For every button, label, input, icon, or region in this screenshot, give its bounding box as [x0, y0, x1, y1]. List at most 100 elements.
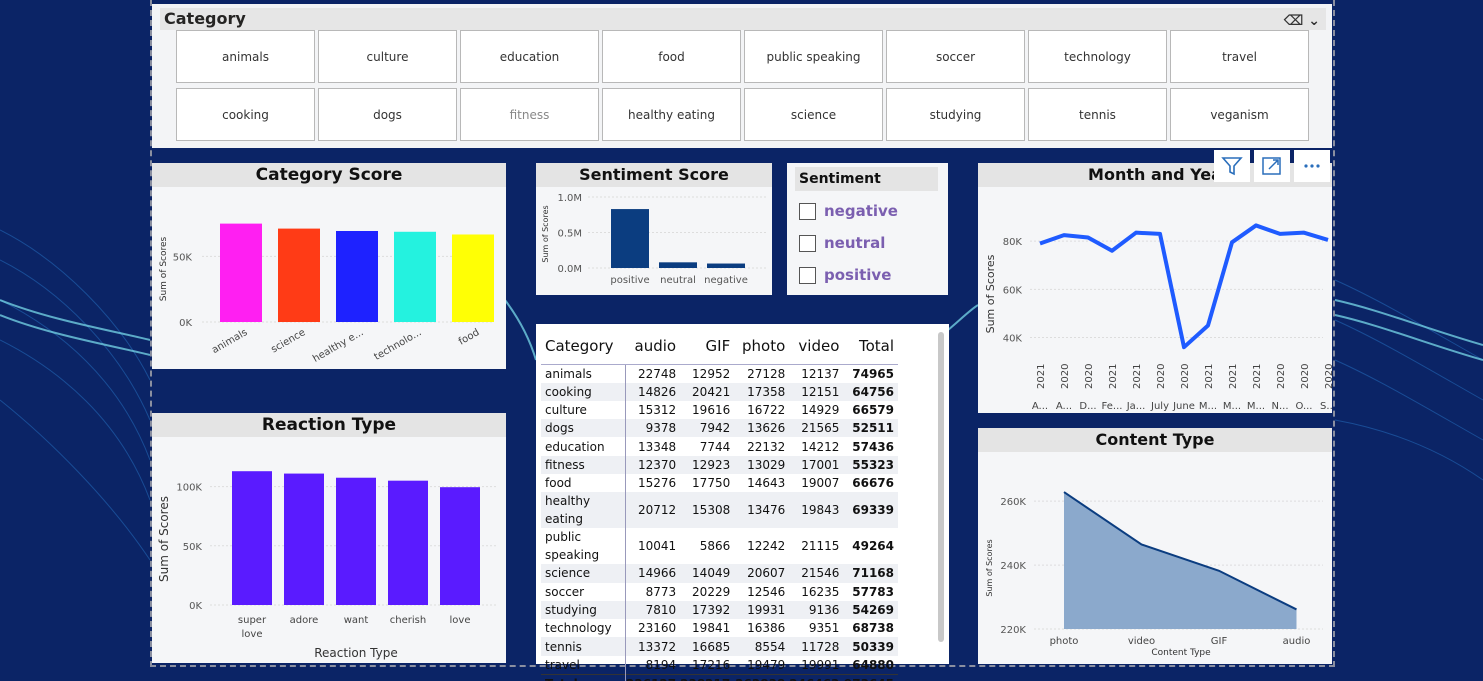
table-row[interactable]: animals 22748 12952 27128 12137 74965: [541, 364, 898, 383]
category-chip[interactable]: science: [744, 88, 883, 141]
category-chip[interactable]: fitness: [460, 88, 599, 141]
focus-mode-icon[interactable]: [1254, 150, 1290, 182]
table-row[interactable]: studying 7810 17392 19931 9136 54269: [541, 600, 898, 620]
x-tick-label: super: [238, 615, 267, 626]
sentiment-option-negative[interactable]: negative: [799, 199, 948, 223]
table-row[interactable]: travel 8194 17216 19479 19991 64880: [541, 655, 898, 675]
table-row[interactable]: culture 15312 19616 16722 14929 66579: [541, 400, 898, 420]
bar: [284, 473, 324, 605]
matrix-cell: 12923: [680, 455, 735, 474]
bar: [452, 234, 494, 322]
matrix-cell: 57436: [852, 439, 894, 454]
table-row[interactable]: cooking 14826 20421 17358 12151 64756: [541, 382, 898, 401]
x-tick-label: photo: [1050, 636, 1079, 647]
table-row[interactable]: education 13348 7744 22132 14212 57436: [541, 437, 898, 456]
category-chip[interactable]: studying: [886, 88, 1025, 141]
matrix-scrollbar[interactable]: [938, 332, 944, 642]
category-chip[interactable]: dogs: [318, 88, 457, 141]
y-tick-label: 100K: [176, 483, 202, 494]
sentiment-option-label: negative: [824, 202, 898, 220]
more-options-icon[interactable]: [1294, 150, 1330, 182]
content-type-visual[interactable]: Content Type 220K 240K 260K photo video GIF au…: [978, 428, 1332, 664]
sentiment-option-positive[interactable]: positive: [799, 263, 948, 287]
category-chip[interactable]: food: [602, 30, 741, 83]
table-row[interactable]: tennis 13372 16685 8554 11728 50339: [541, 637, 898, 656]
matrix-cell: 69339: [843, 492, 898, 529]
category-chip[interactable]: animals: [176, 30, 315, 83]
x-tick-month-label: M...: [1247, 401, 1265, 412]
category-score-chart: 0K 50K animals science healthy e... technolo.…: [159, 223, 494, 389]
reaction-type-visual[interactable]: Reaction Type 0K 50K 100K super love adore wan…: [152, 413, 506, 663]
matrix-cell: 50339: [843, 637, 898, 656]
table-row[interactable]: healthy eating 20712 15308 13476 19843 69339: [541, 492, 898, 529]
matrix-cell: 15276: [637, 476, 677, 491]
chevron-down-icon[interactable]: ⌄: [1308, 13, 1320, 29]
category-chip[interactable]: cooking: [176, 88, 315, 141]
checkbox[interactable]: [799, 266, 816, 284]
sentiment-slicer: Sentiment negative neutral positive: [787, 163, 948, 295]
table-row[interactable]: soccer 8773 20229 12546 16235 57783: [541, 582, 898, 601]
category-chip[interactable]: technology: [1028, 30, 1167, 83]
matrix-cell: 21115: [801, 539, 840, 554]
eraser-icon[interactable]: ⌫: [1284, 13, 1304, 29]
bar: [336, 477, 376, 605]
matrix-total-row[interactable]: Total226127238217262838246463973645: [541, 673, 898, 681]
y-axis-label: Sum of Scores: [984, 254, 997, 333]
matrix-cell: 19007: [801, 476, 840, 491]
matrix-cell: 13029: [734, 455, 790, 474]
matrix-header[interactable]: photo: [734, 328, 790, 365]
category-content-matrix[interactable]: Category audio GIF photo video Total ani…: [536, 324, 949, 681]
x-tick-label: animals: [210, 327, 249, 356]
y-axis-label: Sum of Scores: [159, 236, 169, 301]
matrix-cell: 16685: [680, 637, 735, 656]
x-tick-year-label: 2020: [1276, 364, 1287, 389]
table-row[interactable]: food 15276 17750 14643 19007 66676: [541, 473, 898, 493]
matrix-header[interactable]: GIF: [680, 328, 735, 365]
table-row[interactable]: science 14966 14049 20607 21546 71168: [541, 564, 898, 583]
x-tick-year-label: 2020: [1084, 364, 1095, 389]
category-chip[interactable]: education: [460, 30, 599, 83]
month-year-visual[interactable]: Month and Yea 40K 60K 80K 2021 A... 2020 A... 2…: [978, 163, 1336, 430]
category-chip[interactable]: public speaking: [744, 30, 883, 83]
bar: [278, 228, 320, 322]
matrix-header[interactable]: Category: [541, 328, 626, 365]
table-row[interactable]: fitness 12370 12923 13029 17001 55323: [541, 455, 898, 474]
table-row[interactable]: public speaking 10041 5866 12242 21115 49264: [541, 528, 898, 565]
checkbox[interactable]: [799, 202, 816, 220]
sentiment-score-visual[interactable]: Sentiment Score 0.0M 0.5M 1.0M positive neut…: [536, 163, 772, 295]
x-tick-label: audio: [1283, 636, 1311, 647]
matrix-cell: 17001: [789, 455, 844, 474]
matrix-header[interactable]: audio: [625, 328, 681, 365]
filter-icon[interactable]: [1214, 150, 1250, 182]
matrix-cell: 19843: [789, 492, 844, 529]
y-axis-label: Sum of Scores: [157, 496, 171, 582]
y-tick-label: 220K: [1000, 625, 1026, 636]
matrix-cell: 21565: [789, 419, 844, 438]
checkbox[interactable]: [799, 234, 816, 252]
x-tick-year-label: 2021: [1228, 364, 1239, 389]
category-chip[interactable]: culture: [318, 30, 457, 83]
sentiment-option-neutral[interactable]: neutral: [799, 231, 948, 255]
category-chip[interactable]: veganism: [1170, 88, 1309, 141]
matrix-cell: 12151: [789, 382, 844, 401]
matrix-cell: 19841: [692, 621, 731, 636]
category-chip[interactable]: tennis: [1028, 88, 1167, 141]
y-tick-label: 240K: [1000, 561, 1026, 572]
x-tick-label: video: [1128, 636, 1155, 647]
table-row[interactable]: dogs 9378 7942 13626 21565 52511: [541, 419, 898, 438]
category-chip[interactable]: travel: [1170, 30, 1309, 83]
category-score-visual[interactable]: Category Score 0K 50K animals science health…: [152, 163, 506, 389]
category-chip[interactable]: soccer: [886, 30, 1025, 83]
y-tick-label: 0K: [179, 318, 192, 329]
y-tick-label: 80K: [1003, 237, 1023, 248]
matrix-header[interactable]: video: [789, 328, 844, 365]
matrix-header[interactable]: Total: [843, 328, 898, 365]
matrix-cell: 14826: [625, 382, 681, 401]
x-tick-month-label: A...: [1032, 401, 1048, 412]
category-chip[interactable]: healthy eating: [602, 88, 741, 141]
matrix-cell: 13372: [625, 637, 681, 656]
matrix-cell: 49264: [852, 539, 894, 554]
matrix-cell: 238217: [680, 673, 735, 681]
table-row[interactable]: technology 23160 19841 16386 9351 68738: [541, 619, 898, 638]
y-tick-label: 50K: [173, 252, 193, 263]
